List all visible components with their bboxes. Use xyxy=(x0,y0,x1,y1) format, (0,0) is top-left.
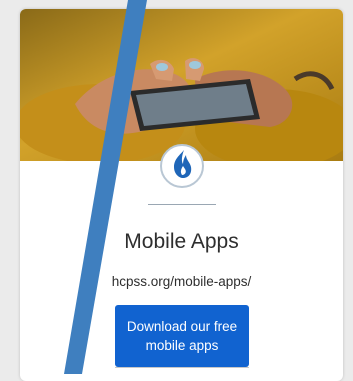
card-url[interactable]: hcpss.org/mobile-apps/ xyxy=(20,274,343,289)
mobile-apps-card: Mobile Apps hcpss.org/mobile-apps/ Downl… xyxy=(20,9,343,381)
flame-logo xyxy=(160,144,204,188)
download-apps-button[interactable]: Download our free mobile apps xyxy=(115,305,249,367)
hero-photo xyxy=(20,9,343,161)
card-title: Mobile Apps xyxy=(124,230,239,253)
logo-divider xyxy=(148,204,216,205)
flame-icon xyxy=(170,149,194,184)
button-divider xyxy=(115,367,249,368)
